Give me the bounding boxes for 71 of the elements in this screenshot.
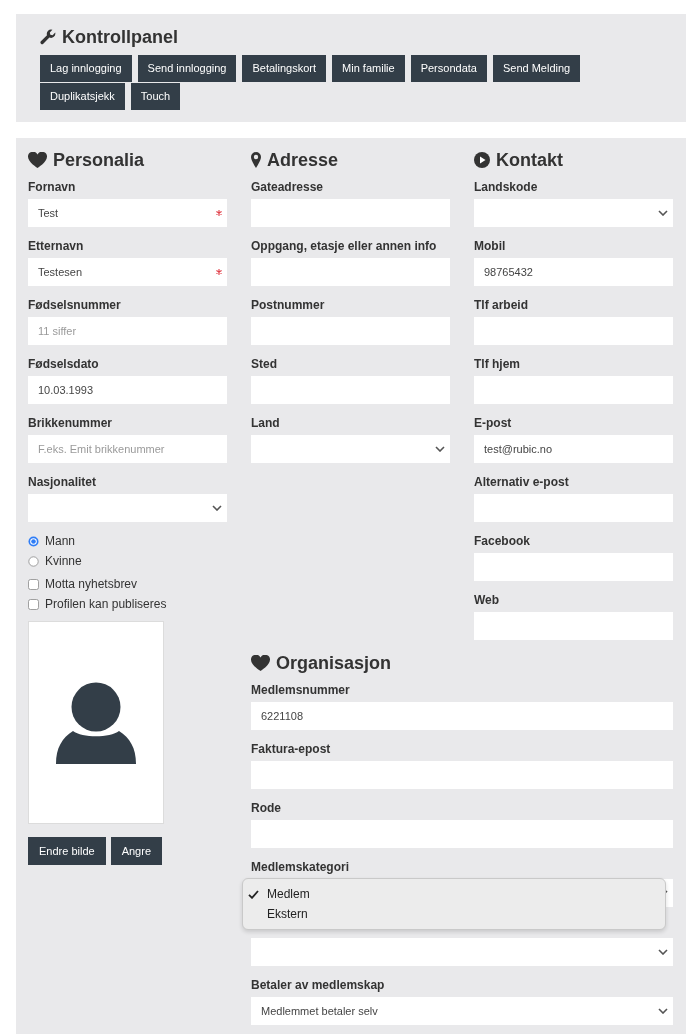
field-label: Tlf hjem (474, 357, 520, 371)
field-label: Rode (251, 801, 281, 815)
checkbox[interactable] (28, 578, 39, 590)
action-button[interactable]: Send innlogging (137, 55, 237, 82)
checkbox-label: Motta nyhetsbrev (45, 577, 138, 591)
map-pin-icon (251, 152, 261, 168)
text-field[interactable]: Test (28, 199, 227, 227)
text-field[interactable]: 98765432 (474, 258, 673, 286)
radio-button[interactable] (28, 555, 39, 567)
play-circle-icon (474, 152, 490, 168)
field-label: Tlf arbeid (474, 298, 528, 312)
checkbox-label: Profilen kan publiseres (45, 597, 167, 611)
field-label: Etternavn (28, 239, 84, 253)
section-heading: Adresse (267, 149, 339, 171)
field-label: Landskode (474, 180, 538, 194)
action-button[interactable]: Touch (130, 83, 181, 110)
section-heading: Personalia (53, 149, 145, 171)
field-label: Brikkenummer (28, 416, 113, 430)
chevron-down-icon (658, 1008, 668, 1014)
action-button[interactable]: Min familie (332, 55, 405, 82)
action-button[interactable]: Send Melding (492, 55, 581, 82)
heart-icon (28, 152, 47, 168)
checkbox[interactable] (28, 598, 39, 610)
text-field[interactable]: test@rubic.no (474, 435, 673, 463)
field-label: Fornavn (28, 180, 76, 194)
select-field[interactable] (251, 938, 673, 966)
select-field[interactable] (474, 199, 673, 227)
dropdown-option[interactable]: Medlem (243, 884, 310, 904)
field-label: Medlemsnummer (251, 683, 350, 697)
field-label: Web (474, 593, 500, 607)
text-field[interactable]: Testesen (28, 258, 227, 286)
select-field[interactable] (251, 435, 450, 463)
text-field[interactable]: 6221108 (251, 702, 673, 730)
field-label: Gateadresse (251, 180, 324, 194)
radio-label: Kvinne (45, 554, 82, 568)
wrench-icon (40, 29, 56, 45)
field-label: Facebook (474, 534, 530, 548)
heart-icon (251, 655, 270, 671)
field-label: Fødselsnummer (28, 298, 121, 312)
field-label: Fødselsdato (28, 357, 99, 371)
field-label: Oppgang, etasje eller annen info (251, 239, 437, 253)
field-label: E-post (474, 416, 512, 430)
text-field[interactable]: 10.03.1993 (28, 376, 227, 404)
action-button[interactable]: Duplikatsjekk (40, 83, 125, 110)
field-label: Nasjonalitet (28, 475, 96, 489)
field-label: Betaler av medlemskap (251, 978, 385, 992)
person-silhouette-icon (56, 682, 136, 764)
field-label: Faktura-epost (251, 742, 331, 756)
chevron-down-icon (435, 446, 445, 452)
field-label: Alternativ e-post (474, 475, 569, 489)
section-heading: Organisasjon (276, 652, 392, 674)
action-button[interactable]: Lag innlogging (40, 55, 132, 82)
action-button[interactable]: Betalingskort (242, 55, 327, 82)
radio-button[interactable] (28, 535, 39, 547)
radio-label: Mann (45, 534, 76, 548)
select-field[interactable]: Medlemmet betaler selv (251, 997, 673, 1025)
panel-title: Kontrollpanel (62, 26, 178, 48)
action-button[interactable]: Angre (110, 837, 162, 865)
action-button[interactable]: Endre bilde (28, 837, 106, 865)
field-label: Land (251, 416, 280, 430)
chevron-down-icon (658, 210, 668, 216)
select-field[interactable] (28, 494, 227, 522)
field-label: Sted (251, 357, 277, 371)
action-button[interactable]: Persondata (410, 55, 487, 82)
dropdown-option[interactable]: Ekstern (243, 904, 308, 924)
chevron-down-icon (212, 505, 222, 511)
section-heading: Kontakt (496, 149, 563, 171)
field-label: Postnummer (251, 298, 325, 312)
field-label: Medlemskategori (251, 860, 350, 874)
chevron-down-icon (658, 949, 668, 955)
field-label: Mobil (474, 239, 506, 253)
